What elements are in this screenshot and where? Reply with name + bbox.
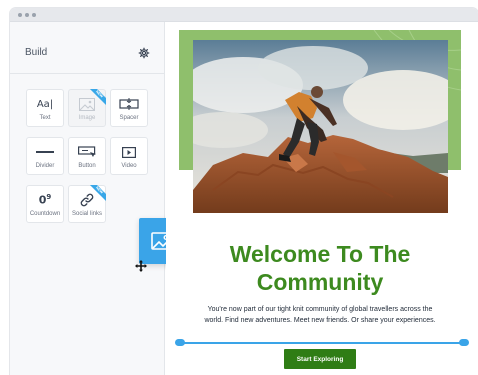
block-label: Text [39, 115, 51, 121]
block-social-links[interactable]: Social links NEW [68, 185, 106, 223]
body-line-1: You're now part of our tight knit commun… [207, 306, 433, 313]
app-window: Build Aa| Text Image NEW Spacer Divider … [10, 8, 478, 375]
block-text[interactable]: Aa| Text [26, 89, 64, 127]
block-label: Spacer [119, 115, 139, 121]
sidebar-title: Build [25, 47, 48, 58]
window-dot-icon[interactable] [18, 13, 22, 17]
block-label: Divider [35, 163, 55, 169]
video-icon [111, 144, 147, 160]
drop-indicator-handle-left[interactable] [175, 339, 185, 346]
move-cursor-icon [135, 260, 147, 272]
gear-icon[interactable] [138, 47, 150, 59]
new-badge: NEW [88, 89, 106, 107]
start-exploring-button[interactable]: Start Exploring [284, 349, 356, 369]
block-spacer[interactable]: Spacer [110, 89, 148, 127]
window-dot-icon[interactable] [32, 13, 36, 17]
body-text: You're now part of our tight knit commun… [190, 304, 450, 326]
block-divider[interactable]: Divider [26, 137, 64, 175]
hero-image[interactable] [193, 40, 448, 213]
body-line-2: world. Find new adventures. Meet new fri… [204, 317, 436, 324]
headline-line-2: Community [256, 269, 384, 295]
drop-indicator-line [180, 342, 464, 344]
window-dot-icon[interactable] [25, 13, 29, 17]
block-label: Social links [71, 211, 102, 217]
block-image[interactable]: Image NEW [68, 89, 106, 127]
headline-line-1: Welcome To The [229, 241, 411, 267]
countdown-icon: 09 [38, 193, 52, 207]
new-badge: NEW [88, 185, 106, 203]
spacer-icon [111, 96, 147, 112]
block-label: Countdown [29, 211, 61, 217]
text-icon: Aa| [36, 98, 54, 110]
block-video[interactable]: Video [110, 137, 148, 175]
build-sidebar: Build Aa| Text Image NEW Spacer Divider … [10, 22, 185, 375]
block-button[interactable]: Button [68, 137, 106, 175]
block-countdown[interactable]: 09 Countdown [26, 185, 64, 223]
divider-icon [27, 144, 63, 160]
sidebar-header: Build [10, 22, 164, 74]
drop-indicator-handle-right[interactable] [459, 339, 469, 346]
button-icon [69, 144, 105, 160]
email-canvas: Welcome To The Community You're now part… [166, 22, 478, 375]
block-label: Image [78, 115, 96, 121]
block-label: Video [121, 163, 137, 169]
block-label: Button [78, 163, 96, 169]
window-titlebar [10, 8, 478, 22]
